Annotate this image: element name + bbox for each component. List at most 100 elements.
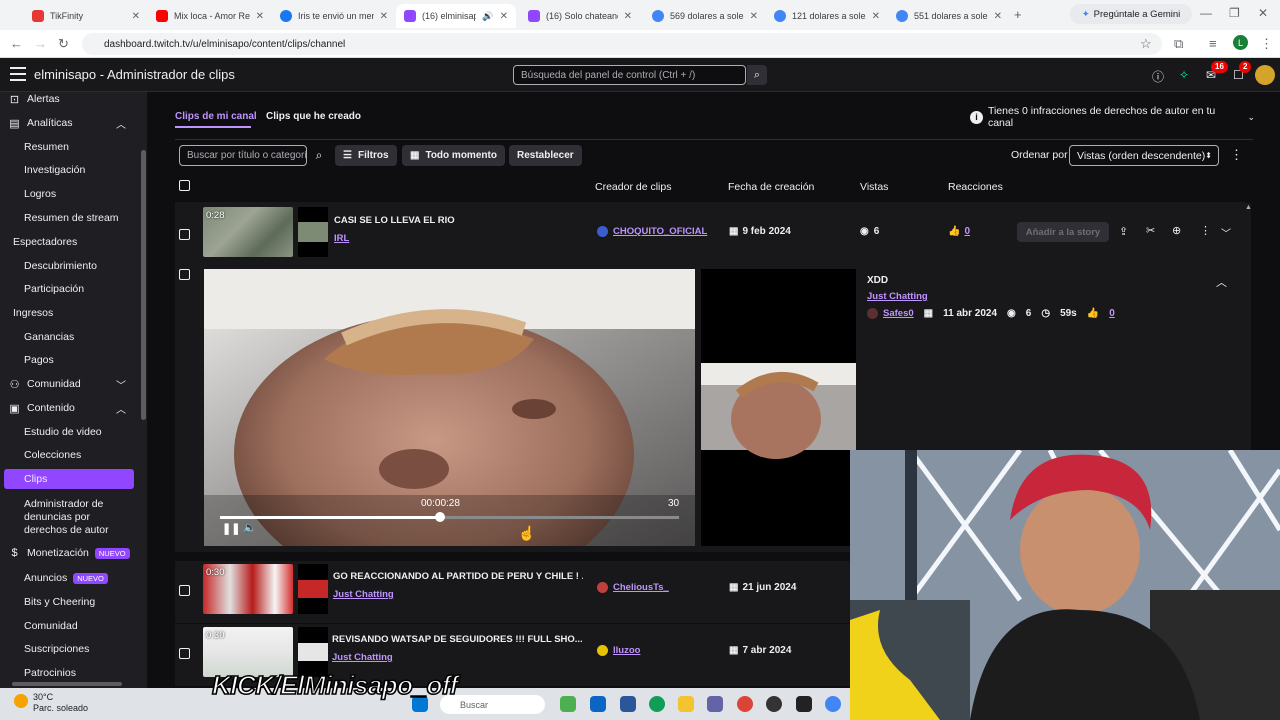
reload-icon[interactable]: ↻ <box>58 36 69 52</box>
sidebar-scroll-thumb[interactable] <box>141 150 146 420</box>
column-header-views[interactable]: Vistas <box>860 181 888 193</box>
media-icon[interactable]: ≡ <box>1209 36 1217 51</box>
row-checkbox[interactable] <box>179 648 190 659</box>
column-header-date[interactable]: Fecha de creación <box>728 181 814 193</box>
speaker-icon[interactable]: 🔊 <box>482 11 493 22</box>
restore-icon[interactable]: ❐ <box>1229 6 1240 20</box>
volume-icon[interactable]: 🔈 <box>243 521 257 534</box>
minimize-icon[interactable]: — <box>1200 6 1212 20</box>
close-icon[interactable]: ✕ <box>872 11 880 22</box>
sidebar-item-collections[interactable]: Colecciones <box>0 445 140 465</box>
app-icon[interactable] <box>620 696 636 712</box>
chrome-icon[interactable] <box>737 696 753 712</box>
forward-icon[interactable]: → <box>34 36 47 51</box>
app-icon[interactable] <box>560 696 576 712</box>
sidebar-item-alerts[interactable]: ⊡ Alertas <box>0 92 140 109</box>
gemini-button[interactable]: ✦ Pregúntale a Gemini <box>1070 4 1192 24</box>
weather-icon[interactable] <box>14 694 28 708</box>
clip-title[interactable]: REVISANDO WATSAP DE SEGUIDORES !!! FULL … <box>332 634 582 645</box>
clip-category-link[interactable]: Just Chatting <box>867 291 928 302</box>
browser-tab[interactable]: 551 dolares a soles ✕ <box>888 4 1010 28</box>
dashboard-search-input[interactable]: Búsqueda del panel de control (Ctrl + /) <box>513 65 746 85</box>
hamburger-menu-icon[interactable] <box>10 67 26 81</box>
browser-tab[interactable]: 121 dolares a soles ✕ <box>766 4 888 28</box>
sidebar-item-stream-summary[interactable]: Resumen de stream <box>0 208 140 228</box>
likes-count[interactable]: 0 <box>1109 308 1115 319</box>
browser-tab[interactable]: 569 dolares a soles ✕ <box>644 4 766 28</box>
row-checkbox[interactable] <box>179 269 190 280</box>
sidebar-item-engagement[interactable]: Participación <box>0 279 140 299</box>
sidebar-item-discovery[interactable]: Descubrimiento <box>0 256 140 276</box>
browser-menu-icon[interactable]: ⋮ <box>1260 36 1273 52</box>
close-icon[interactable]: ✕ <box>750 11 758 22</box>
close-icon[interactable]: ✕ <box>256 11 264 22</box>
browser-tab-active[interactable]: (16) elminisapo 🔊 ✕ <box>396 4 516 28</box>
more-options-icon[interactable]: ⋮ <box>1230 147 1243 163</box>
clip-creator-link[interactable]: lluzoo <box>597 645 640 656</box>
close-icon[interactable]: ✕ <box>624 11 632 22</box>
clip-creator-link[interactable]: CheliousTs_ <box>597 582 669 593</box>
app-icon[interactable] <box>796 696 812 712</box>
star-icon[interactable]: ☆ <box>1140 36 1152 52</box>
close-icon[interactable]: ✕ <box>500 11 508 22</box>
row-checkbox[interactable] <box>179 229 190 240</box>
sidebar-item-content[interactable]: ▣ Contenido ︿ <box>0 398 140 418</box>
more-options-icon[interactable]: ⋮ <box>1200 224 1211 237</box>
sidebar-item-monetization[interactable]: $ Monetización NUEVO <box>0 543 140 563</box>
row-checkbox[interactable] <box>179 585 190 596</box>
horizontal-scroll-thumb[interactable] <box>12 682 122 686</box>
share-icon[interactable]: ⇪ <box>1119 225 1128 238</box>
copyright-infractions-dropdown[interactable]: i Tienes 0 infracciones de derechos de au… <box>970 105 1255 129</box>
clip-likes[interactable]: 👍 0 <box>948 226 970 237</box>
select-all-checkbox[interactable] <box>179 180 190 191</box>
clip-creator-link[interactable]: CHOQUITO_OFICIAL <box>597 226 707 237</box>
edge-icon[interactable] <box>649 696 665 712</box>
obs-icon[interactable] <box>766 696 782 712</box>
sidebar-item-achievements[interactable]: Logros <box>0 184 140 204</box>
browser-tab[interactable]: Mix loca - Amor Rebe ✕ <box>148 4 272 28</box>
profile-avatar[interactable]: L <box>1233 35 1248 50</box>
clip-title[interactable]: GO REACCIONANDO AL PARTIDO DE PERU Y CHI… <box>333 571 583 582</box>
add-to-story-button[interactable]: Añadir a la story <box>1017 222 1109 242</box>
back-icon[interactable]: ← <box>10 36 23 51</box>
sidebar-item-summary[interactable]: Resumen <box>0 137 140 157</box>
sparkle-icon[interactable]: ✧ <box>1179 68 1189 82</box>
pause-icon[interactable]: ❚❚ <box>222 522 240 535</box>
app-icon[interactable] <box>590 696 606 712</box>
scroll-up-icon[interactable]: ▲ <box>1245 204 1252 211</box>
avatar[interactable] <box>1255 65 1275 85</box>
close-icon[interactable]: ✕ <box>132 11 140 22</box>
filters-button[interactable]: ☰ Filtros <box>335 145 397 166</box>
scissors-icon[interactable]: ✂ <box>1146 224 1155 237</box>
search-icon[interactable]: ⌕ <box>309 145 329 166</box>
reset-button[interactable]: Restablecer <box>509 145 582 166</box>
clip-search-input[interactable]: Buscar por título o categoría <box>179 145 307 166</box>
sidebar-item-community[interactable]: ⚇ Comunidad ﹀ <box>0 374 140 394</box>
clip-creator-link[interactable]: Safes0 <box>867 307 914 319</box>
chevron-up-icon[interactable]: ︿ <box>1216 274 1227 290</box>
sidebar-item-analytics[interactable]: ▤ Analíticas ︿ <box>0 113 140 133</box>
clip-thumbnail[interactable]: 0:28 <box>203 207 293 257</box>
tab-channel-clips[interactable]: Clips de mi canal <box>175 111 257 122</box>
clip-category-link[interactable]: Just Chatting <box>332 652 393 663</box>
date-range-button[interactable]: ▦ Todo momento <box>402 145 505 166</box>
column-header-creator[interactable]: Creador de clips <box>595 181 671 193</box>
clip-category-link[interactable]: Just Chatting <box>333 589 394 600</box>
chevron-down-icon[interactable]: ﹀ <box>1221 225 1231 240</box>
clip-thumbnail[interactable]: 0:30 <box>203 564 293 614</box>
clip-title[interactable]: CASI SE LO LLEVA EL RIO <box>334 215 455 226</box>
teams-icon[interactable] <box>707 696 723 712</box>
help-icon[interactable]: ⓘ <box>1152 68 1164 85</box>
sidebar-item-copyright[interactable]: Administrador de denuncias por derechos de… <box>0 495 140 536</box>
clip-category-link[interactable]: IRL <box>334 233 349 244</box>
sidebar-item-clips[interactable]: Clips <box>4 469 134 489</box>
explorer-icon[interactable] <box>678 696 694 712</box>
window-close-icon[interactable]: ✕ <box>1258 6 1268 20</box>
sidebar-item-community-monetization[interactable]: Comunidad <box>0 616 140 636</box>
sidebar-item-bits[interactable]: Bits y Cheering <box>0 592 140 612</box>
sidebar-item-ads[interactable]: Anuncios NUEVO <box>0 568 140 588</box>
tab-my-clips[interactable]: Clips que he creado <box>266 111 361 122</box>
url-field[interactable]: dashboard.twitch.tv/u/elminisapo/content… <box>82 33 1162 55</box>
chrome-icon[interactable] <box>825 696 841 712</box>
sidebar-item-research[interactable]: Investigación <box>0 160 140 180</box>
